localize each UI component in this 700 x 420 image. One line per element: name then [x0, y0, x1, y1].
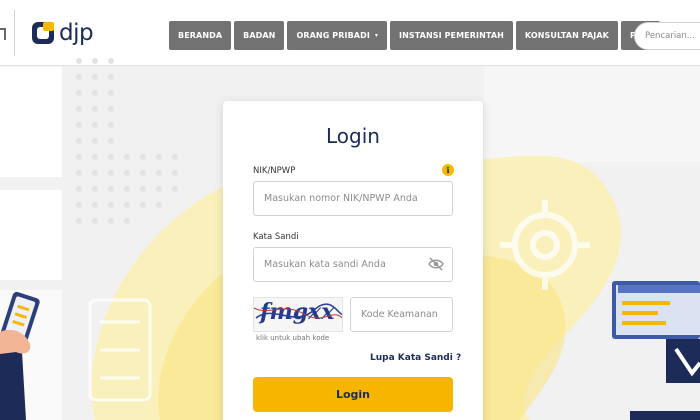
- login-title: Login: [326, 124, 380, 148]
- npwp-input[interactable]: [253, 181, 453, 216]
- forgot-password-link[interactable]: Lupa Kata Sandi ?: [370, 353, 461, 363]
- illustration-monitor: [612, 281, 700, 420]
- login-submit-button[interactable]: Login: [253, 377, 453, 412]
- info-icon[interactable]: i: [442, 164, 454, 176]
- npwp-label: NIK/NPWP: [253, 166, 296, 176]
- eye-off-icon[interactable]: [428, 257, 444, 271]
- password-label: Kata Sandi: [253, 232, 299, 242]
- password-input[interactable]: [253, 247, 453, 282]
- illustration-phone-hand: [0, 291, 40, 420]
- captcha-hint[interactable]: klik untuk ubah kode: [256, 334, 329, 342]
- captcha-noise: [254, 303, 342, 319]
- captcha-image[interactable]: fmgxx: [253, 297, 343, 332]
- security-code-input[interactable]: [350, 297, 453, 332]
